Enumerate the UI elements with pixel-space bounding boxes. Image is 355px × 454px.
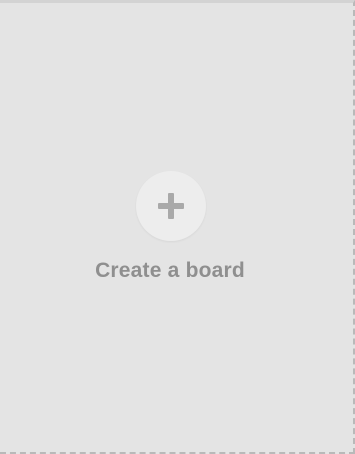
create-board-label: Create a board bbox=[95, 259, 245, 282]
plus-icon bbox=[158, 193, 184, 219]
add-board-button[interactable] bbox=[136, 171, 206, 241]
create-board-card[interactable]: Create a board bbox=[0, 0, 355, 454]
